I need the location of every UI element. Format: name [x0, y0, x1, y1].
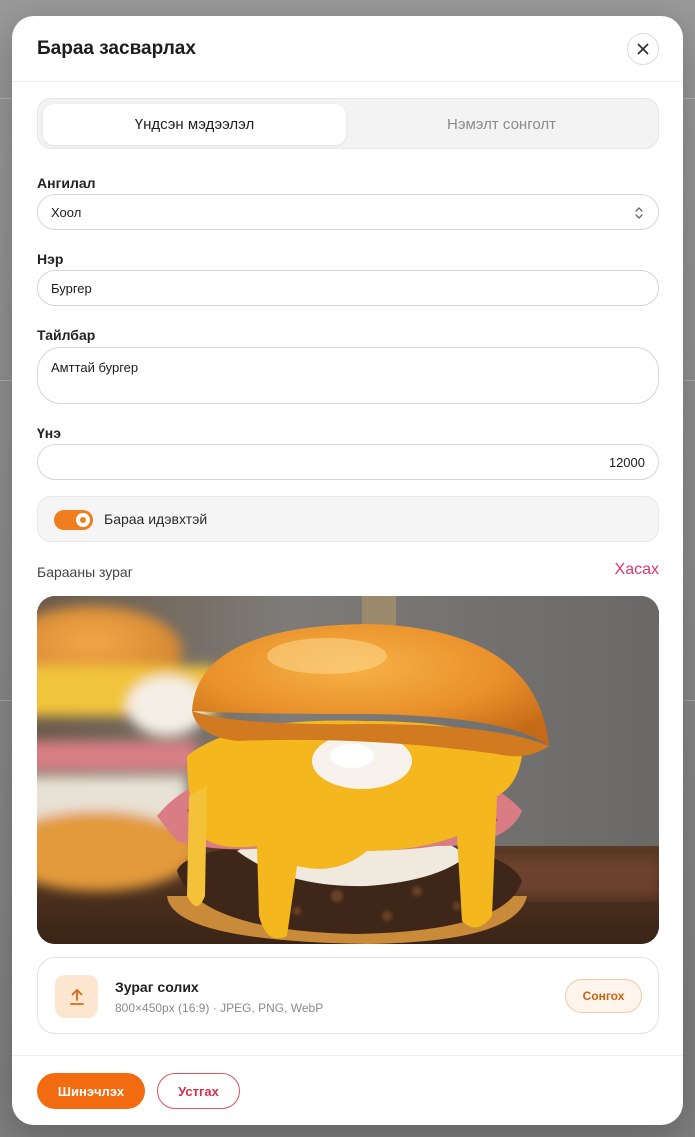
price-label: Үнэ	[37, 425, 61, 441]
name-input[interactable]: Бургер	[37, 270, 659, 306]
upload-box: Зураг солих 800×450px (16:9) · JPEG, PNG…	[37, 957, 659, 1034]
category-select[interactable]: Хоол	[37, 194, 659, 230]
active-toggle-row: Бараа идэвхтэй	[37, 496, 659, 542]
remove-image-link[interactable]: Хасах	[615, 561, 659, 579]
delete-button[interactable]: Устгах	[157, 1073, 240, 1109]
upload-title: Зураг солих	[115, 979, 199, 995]
tab-basic-info[interactable]: Үндсэн мэдээлэл	[43, 104, 346, 145]
update-button[interactable]: Шинэчлэх	[37, 1073, 145, 1109]
modal-title: Бараа засварлах	[37, 38, 196, 59]
close-icon	[637, 43, 649, 55]
edit-product-modal: Бараа засварлах Үндсэн мэдээлэл Нэмэлт с…	[12, 16, 683, 1125]
choose-file-button[interactable]: Сонгох	[565, 979, 642, 1013]
modal-header: Бараа засварлах	[12, 16, 683, 82]
category-value: Хоол	[51, 204, 82, 220]
description-textarea[interactable]: Амттай бургер	[37, 347, 659, 404]
image-section-label: Барааны зураг	[37, 564, 133, 580]
upload-hint: 800×450px (16:9) · JPEG, PNG, WebP	[115, 1001, 324, 1015]
active-toggle[interactable]	[54, 510, 93, 530]
tab-extra-options[interactable]: Нэмэлт сонголт	[350, 104, 653, 145]
description-label: Тайлбар	[37, 327, 96, 343]
product-image-preview	[37, 596, 659, 944]
upload-icon	[55, 975, 98, 1018]
toggle-knob	[76, 513, 90, 527]
burger-photo	[37, 596, 659, 944]
name-label: Нэр	[37, 251, 64, 267]
category-label: Ангилал	[37, 175, 96, 191]
price-input[interactable]: 12000	[37, 444, 659, 480]
active-toggle-label: Бараа идэвхтэй	[104, 511, 208, 527]
close-button[interactable]	[627, 33, 659, 65]
tab-bar: Үндсэн мэдээлэл Нэмэлт сонголт	[37, 98, 659, 149]
modal-footer: Шинэчлэх Устгах	[12, 1055, 683, 1125]
chevron-up-down-icon	[635, 207, 643, 219]
